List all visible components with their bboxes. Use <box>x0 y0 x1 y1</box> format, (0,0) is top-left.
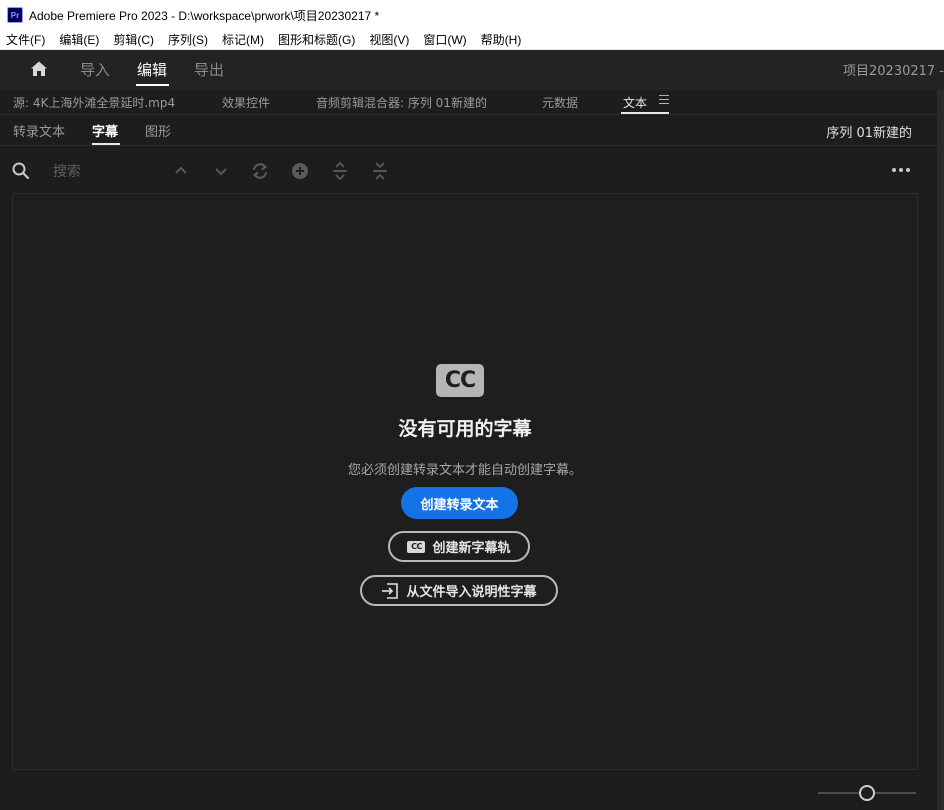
text-panel-subtabs: 转录文本 字幕 图形 序列 01新建的 <box>0 115 937 146</box>
tab-source-monitor[interactable]: 源: 4K上海外滩全景延时.mp4 <box>13 94 175 111</box>
empty-state-title: 没有可用的字幕 <box>398 418 532 440</box>
workspace-header: 导入 编辑 导出 项目20230217 - <box>0 50 944 90</box>
captions-small-icon: CC <box>407 540 426 553</box>
workspace-tab-edit[interactable]: 编辑 <box>137 59 167 80</box>
chevron-up-icon[interactable] <box>171 161 191 181</box>
workspace-tab-import[interactable]: 导入 <box>80 59 110 80</box>
subtab-graphics[interactable]: 图形 <box>145 121 171 140</box>
refresh-icon[interactable] <box>250 161 270 181</box>
window-title: Adobe Premiere Pro 2023 - D:\workspace\p… <box>29 8 380 23</box>
panel-menu-icon[interactable] <box>659 95 669 105</box>
panel-tab-indicator <box>621 112 669 114</box>
empty-state-description: 您必须创建转录文本才能自动创建字幕。 <box>347 463 582 478</box>
menu-window[interactable]: 窗口(W) <box>423 31 466 48</box>
menu-view[interactable]: 视图(V) <box>369 31 409 48</box>
search-icon[interactable] <box>11 161 31 181</box>
menu-graphics-titles[interactable]: 图形和标题(G) <box>278 31 355 48</box>
panel-divider[interactable] <box>937 90 944 810</box>
project-name: 项目20230217 - <box>843 64 944 79</box>
menu-sequence[interactable]: 序列(S) <box>168 31 208 48</box>
menu-edit[interactable]: 编辑(E) <box>59 31 99 48</box>
captions-toolbar: 搜索 <box>0 147 937 193</box>
menu-markers[interactable]: 标记(M) <box>222 31 264 48</box>
subtab-captions[interactable]: 字幕 <box>92 121 118 140</box>
sequence-name: 序列 01新建的 <box>826 126 912 141</box>
merge-caption-icon[interactable] <box>370 161 390 181</box>
create-transcript-button[interactable]: 创建转录文本 <box>401 487 518 519</box>
menu-bar: 文件(F) 编辑(E) 剪辑(C) 序列(S) 标记(M) 图形和标题(G) 视… <box>0 30 944 50</box>
title-bar: Pr Adobe Premiere Pro 2023 - D:\workspac… <box>0 0 944 30</box>
premiere-app-icon: Pr <box>7 7 23 23</box>
menu-clip[interactable]: 剪辑(C) <box>113 31 154 48</box>
more-options-icon[interactable] <box>892 168 910 174</box>
tab-audio-clip-mixer[interactable]: 音频剪辑混合器: 序列 01新建的 <box>316 94 487 111</box>
import-captions-button[interactable]: 从文件导入说明性字幕 <box>360 575 558 606</box>
chevron-down-icon[interactable] <box>211 161 231 181</box>
active-tab-indicator <box>136 84 169 86</box>
closed-captions-icon: CC <box>436 364 484 397</box>
create-caption-track-button[interactable]: CC 创建新字幕轨 <box>388 531 530 562</box>
workspace-tab-export[interactable]: 导出 <box>194 59 224 80</box>
tab-effect-controls[interactable]: 效果控件 <box>222 94 270 111</box>
tab-metadata[interactable]: 元数据 <box>542 94 578 111</box>
panel-tab-bar: 源: 4K上海外滩全景延时.mp4 效果控件 音频剪辑混合器: 序列 01新建的… <box>0 90 937 115</box>
menu-help[interactable]: 帮助(H) <box>481 31 522 48</box>
subtab-transcript[interactable]: 转录文本 <box>13 121 65 140</box>
import-icon <box>382 582 399 599</box>
home-icon[interactable] <box>30 60 48 78</box>
search-input[interactable]: 搜索 <box>53 161 81 181</box>
tab-text[interactable]: 文本 <box>623 94 647 111</box>
import-captions-label: 从文件导入说明性字幕 <box>406 585 537 600</box>
create-caption-track-label: 创建新字幕轨 <box>432 541 511 556</box>
zoom-slider-thumb[interactable] <box>859 785 875 801</box>
captions-empty-area: CC 没有可用的字幕 您必须创建转录文本才能自动创建字幕。 创建转录文本 CC … <box>12 193 918 770</box>
menu-file[interactable]: 文件(F) <box>6 31 45 48</box>
split-caption-icon[interactable] <box>330 161 350 181</box>
add-caption-icon[interactable] <box>290 161 310 181</box>
subtab-indicator <box>92 143 120 145</box>
